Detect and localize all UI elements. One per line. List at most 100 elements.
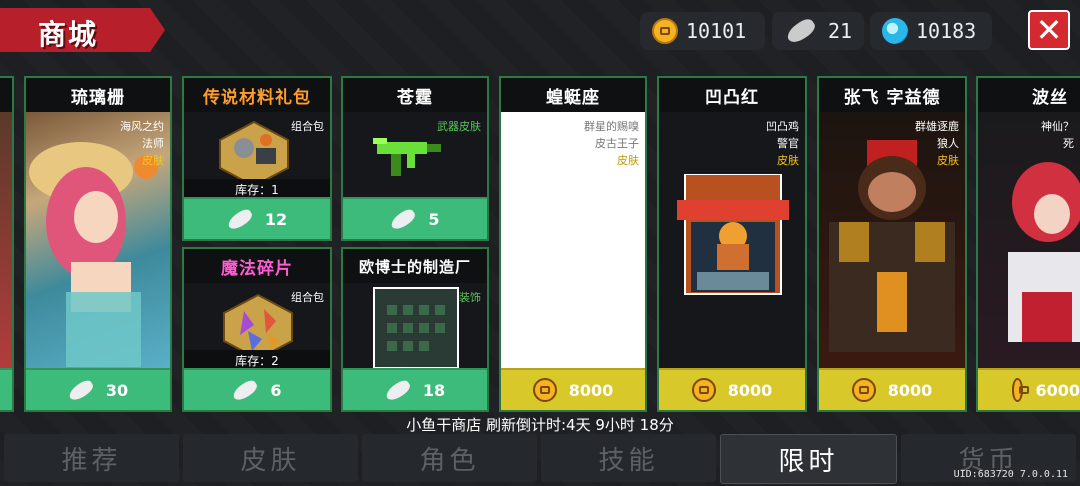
stock-label: 库存：2 bbox=[184, 350, 330, 370]
fish-icon bbox=[784, 15, 818, 47]
tab-skills[interactable]: 技能 bbox=[541, 434, 716, 482]
tag-series: 凹凸鸡 bbox=[766, 120, 799, 133]
buy-button[interactable]: 6 bbox=[184, 368, 330, 410]
buy-button[interactable]: 8000 bbox=[659, 368, 805, 410]
product-card-dragonfly[interactable]: 蝗蜓座 群星的赐嗅 皮古王子 皮肤 8000 bbox=[499, 76, 647, 412]
card-price-bar[interactable] bbox=[0, 368, 12, 410]
material-pack-icon bbox=[219, 120, 289, 188]
buy-button[interactable]: 8000 bbox=[819, 368, 965, 410]
coin-icon bbox=[691, 378, 716, 402]
tag-type: 组合包 bbox=[291, 291, 324, 304]
tag-type: 皮肤 bbox=[142, 154, 164, 167]
tag-series: 海风之约 bbox=[120, 120, 164, 133]
close-button[interactable]: ✕ bbox=[1028, 10, 1070, 50]
card-art-blank: 群星的赐嗅 皮古王子 皮肤 bbox=[501, 112, 645, 370]
tag-type: 武器皮肤 bbox=[437, 120, 481, 133]
card-art bbox=[0, 112, 12, 370]
tag-series: 群雄逐鹿 bbox=[915, 120, 959, 133]
tag-class: 死 bbox=[1063, 137, 1074, 150]
fish-icon bbox=[66, 377, 96, 403]
buy-button[interactable]: 18 bbox=[343, 368, 487, 410]
card-art: 装饰 bbox=[343, 283, 487, 370]
product-card-partial-left[interactable] bbox=[0, 76, 14, 412]
stock-label: 库存：1 bbox=[184, 179, 330, 199]
tag-type: 皮肤 bbox=[777, 154, 799, 167]
price-value: 18 bbox=[422, 380, 446, 400]
price-value: 6 bbox=[270, 380, 282, 400]
coin-icon bbox=[851, 378, 876, 402]
price-value: 12 bbox=[264, 209, 288, 229]
tag-type: 组合包 bbox=[291, 120, 324, 133]
card-tags: 群星的赐嗅 皮古王子 皮肤 bbox=[584, 118, 639, 169]
card-title: 传说材料礼包 bbox=[184, 78, 330, 112]
tag-class: 狼人 bbox=[937, 137, 959, 150]
tab-characters[interactable]: 角色 bbox=[362, 434, 537, 482]
buy-button[interactable]: 8000 bbox=[501, 368, 645, 410]
tag-class: 皮古王子 bbox=[595, 137, 639, 150]
tab-recommended[interactable]: 推荐 bbox=[4, 434, 179, 482]
tab-skins[interactable]: 皮肤 bbox=[183, 434, 358, 482]
product-card-legend-pack[interactable]: 传说材料礼包 组合包 库存：1 12 bbox=[182, 76, 332, 241]
gem-counter: 10183 bbox=[870, 12, 992, 50]
tag-type: 皮肤 bbox=[937, 154, 959, 167]
card-tags: 组合包 bbox=[291, 289, 324, 306]
fish-icon bbox=[231, 377, 260, 403]
card-tags: 海风之约 法师 皮肤 bbox=[120, 118, 164, 169]
product-card-cangting[interactable]: 苍霆 武器皮肤 5 bbox=[341, 76, 489, 241]
character-illustration bbox=[1008, 162, 1080, 342]
card-art-girl: 神仙？ 死 bbox=[978, 112, 1080, 370]
product-card-aotuhong[interactable]: 凹凸红 凹凸鸡 警官 皮肤 8000 bbox=[657, 76, 807, 412]
tag-class: 法师 bbox=[142, 137, 164, 150]
buy-button[interactable]: 12 bbox=[184, 197, 330, 239]
tag-type: 皮肤 bbox=[617, 154, 639, 167]
buy-button[interactable]: 5 bbox=[343, 197, 487, 239]
fish-value: 21 bbox=[828, 19, 853, 43]
gold-value: 10101 bbox=[686, 19, 747, 43]
card-title: 张飞 字益德 bbox=[819, 78, 965, 112]
card-title: 琉璃栅 bbox=[26, 78, 170, 112]
product-card-liulishan[interactable]: 琉璃栅 海风之约 法师 皮肤 30 bbox=[24, 76, 172, 412]
card-title: 欧博士的制造厂 bbox=[343, 249, 487, 283]
card-tags: 装饰 bbox=[459, 289, 481, 306]
card-tags: 群雄逐鹿 狼人 皮肤 bbox=[915, 118, 959, 169]
card-art-warrior: 群雄逐鹿 狼人 皮肤 bbox=[819, 112, 965, 370]
card-title: 凹凸红 bbox=[659, 78, 805, 112]
tag-type: 装饰 bbox=[459, 291, 481, 304]
product-card-magic-shards[interactable]: 魔法碎片 组合包 库存：2 6 bbox=[182, 247, 332, 412]
card-tags: 组合包 bbox=[291, 118, 324, 135]
weapon-skin-icon bbox=[373, 138, 441, 176]
price-value: 8000 bbox=[727, 380, 773, 400]
gold-coin-icon bbox=[652, 18, 678, 44]
gold-counter: 10101 bbox=[640, 12, 765, 50]
fish-icon bbox=[225, 206, 255, 232]
tag-series: 神仙？ bbox=[1041, 120, 1074, 133]
page-title: 商城 bbox=[38, 18, 99, 51]
price-value: 8000 bbox=[568, 380, 614, 400]
fish-icon bbox=[383, 377, 413, 403]
uid-version: UID:683720 7.0.0.11 bbox=[953, 469, 1068, 480]
product-card-zhangfei[interactable]: 张飞 字益德 群雄逐鹿 狼人 皮肤 8000 bbox=[817, 76, 967, 412]
product-card-bosi[interactable]: 波丝 神仙？ 死 6000 bbox=[976, 76, 1080, 412]
factory-preview-icon bbox=[373, 287, 459, 369]
product-card-factory[interactable]: 欧博士的制造厂 装饰 18 bbox=[341, 247, 489, 412]
price-value: 6000 bbox=[1035, 380, 1080, 400]
page-title-banner: 商城 bbox=[0, 8, 165, 52]
tab-limited[interactable]: 限时 bbox=[720, 434, 897, 484]
police-booth-illustration bbox=[677, 174, 789, 295]
coin-icon bbox=[532, 378, 557, 402]
coin-icon bbox=[1012, 378, 1030, 402]
buy-button[interactable]: 30 bbox=[26, 368, 170, 410]
tag-series: 群星的赐嗅 bbox=[584, 120, 639, 133]
gem-icon bbox=[882, 18, 908, 44]
card-title-empty bbox=[0, 78, 12, 112]
card-tags: 凹凸鸡 警官 皮肤 bbox=[766, 118, 799, 169]
price-value: 30 bbox=[105, 380, 129, 400]
card-title: 波丝 bbox=[978, 78, 1080, 112]
fish-icon bbox=[389, 206, 418, 232]
refresh-countdown: 小鱼干商店 刷新倒计时:4天 9小时 18分 bbox=[406, 416, 674, 434]
category-tabs: 推荐 皮肤 角色 技能 限时 货币 bbox=[0, 434, 1080, 486]
card-title: 魔法碎片 bbox=[184, 249, 330, 283]
buy-button[interactable]: 6000 bbox=[978, 368, 1080, 410]
card-art-girl: 海风之约 法师 皮肤 bbox=[26, 112, 170, 370]
tag-class: 警官 bbox=[777, 137, 799, 150]
